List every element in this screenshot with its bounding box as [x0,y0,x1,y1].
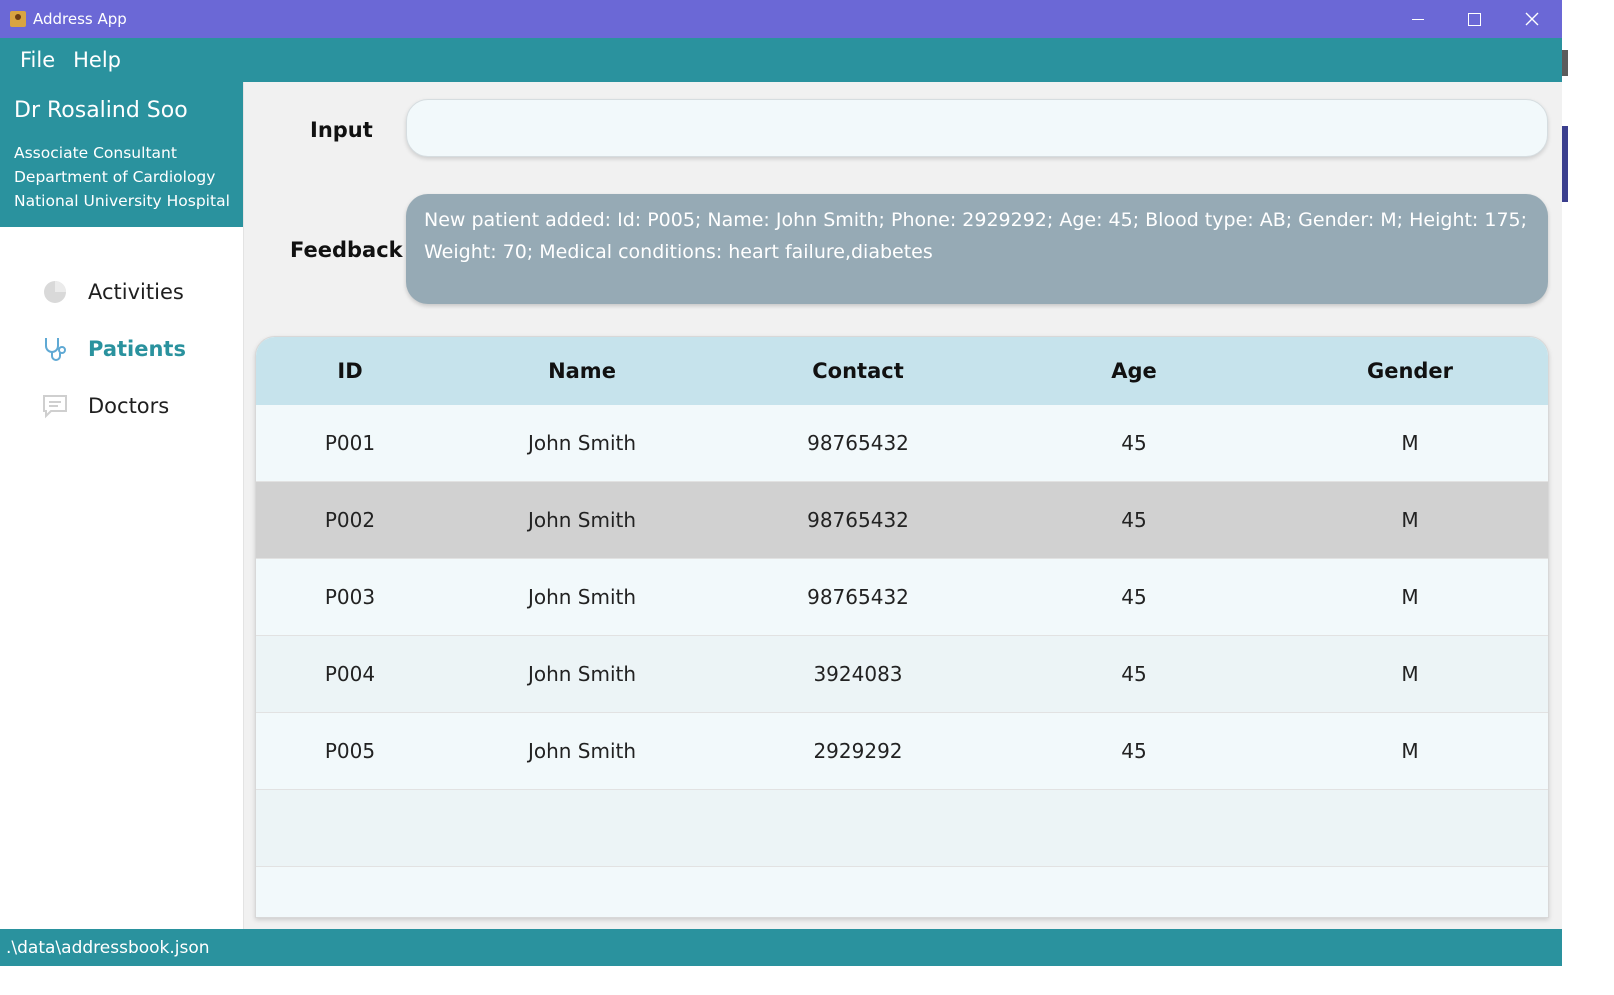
cell-age: 45 [1121,662,1147,686]
cell-contact: 98765432 [807,431,909,455]
table-row[interactable]: P005 John Smith 2929292 45 M [256,713,1548,790]
column-header-age[interactable]: Age [996,337,1272,405]
minimize-button[interactable] [1390,0,1446,38]
doctor-title: Associate Consultant [14,144,177,162]
window-bottom-edge [0,966,1562,995]
pie-chart-icon [40,277,70,307]
window-title: Address App [33,10,127,28]
cell-contact: 98765432 [807,508,909,532]
menu-bar: File Help [0,38,1562,82]
background-window-fragment [1562,126,1568,202]
cell-gender: M [1401,585,1419,609]
doctor-department: Department of Cardiology [14,168,216,186]
table-row[interactable]: P001 John Smith 98765432 45 M [256,405,1548,482]
main-panel: Input Feedback New patient added: Id: P0… [244,82,1562,929]
data-file-path: .\data\addressbook.json [6,938,210,958]
column-header-id[interactable]: ID [256,337,444,405]
cell-age: 45 [1121,739,1147,763]
feedback-label: Feedback [290,238,403,262]
patient-table: ID Name Contact Age Gender P001 John Smi… [255,336,1549,918]
doctor-profile-card: Dr Rosalind Soo Associate Consultant Dep… [0,82,243,227]
cell-contact: 3924083 [813,662,903,686]
menu-file[interactable]: File [20,48,55,72]
cell-id: P003 [324,585,376,609]
cell-id: P005 [324,739,376,763]
cell-id: P004 [324,662,376,686]
cell-gender: M [1401,739,1419,763]
sidebar-item-patients[interactable]: Patients [40,329,230,369]
minimize-icon [1412,18,1424,20]
column-header-gender[interactable]: Gender [1272,337,1548,405]
doctor-hospital: National University Hospital [14,192,230,210]
cell-id: P001 [324,431,376,455]
table-row-selected[interactable]: P002 John Smith 98765432 45 M [256,482,1548,559]
column-header-name[interactable]: Name [444,337,720,405]
window-titlebar: Address App [0,0,1562,38]
sidebar: Dr Rosalind Soo Associate Consultant Dep… [0,82,244,929]
background-window-edge [1562,0,1614,995]
sidebar-item-activities[interactable]: Activities [40,272,230,312]
cell-name: John Smith [527,662,637,686]
table-header: ID Name Contact Age Gender [256,337,1548,405]
close-icon [1525,12,1539,26]
input-label: Input [310,118,373,142]
cell-contact: 98765432 [807,585,909,609]
close-button[interactable] [1504,0,1560,38]
doctor-name: Dr Rosalind Soo [14,98,188,123]
table-row[interactable]: P004 John Smith 3924083 45 M [256,636,1548,713]
table-row-empty [256,867,1548,917]
cell-contact: 2929292 [813,739,903,763]
stethoscope-icon [40,334,70,364]
cell-gender: M [1401,508,1419,532]
cell-gender: M [1401,662,1419,686]
background-window-fragment [1562,50,1568,76]
chat-icon [40,391,70,421]
maximize-button[interactable] [1446,0,1502,38]
menu-help[interactable]: Help [73,48,121,72]
cell-name: John Smith [527,585,637,609]
cell-name: John Smith [527,508,637,532]
cell-gender: M [1401,431,1419,455]
sidebar-item-label: Doctors [88,394,170,418]
cell-name: John Smith [527,431,637,455]
table-row-empty [256,790,1548,867]
cell-age: 45 [1121,508,1147,532]
table-row[interactable]: P003 John Smith 98765432 45 M [256,559,1548,636]
maximize-icon [1467,12,1481,26]
status-bar: .\data\addressbook.json [0,929,1562,966]
sidebar-item-doctors[interactable]: Doctors [40,386,230,426]
cell-age: 45 [1121,585,1147,609]
address-book-icon [10,11,26,27]
command-input[interactable] [406,99,1548,157]
sidebar-item-label: Activities [88,280,184,304]
column-header-contact[interactable]: Contact [720,337,996,405]
cell-name: John Smith [527,739,637,763]
cell-id: P002 [324,508,376,532]
feedback-message: New patient added: Id: P005; Name: John … [406,194,1548,304]
cell-age: 45 [1121,431,1147,455]
sidebar-item-label: Patients [88,337,186,361]
